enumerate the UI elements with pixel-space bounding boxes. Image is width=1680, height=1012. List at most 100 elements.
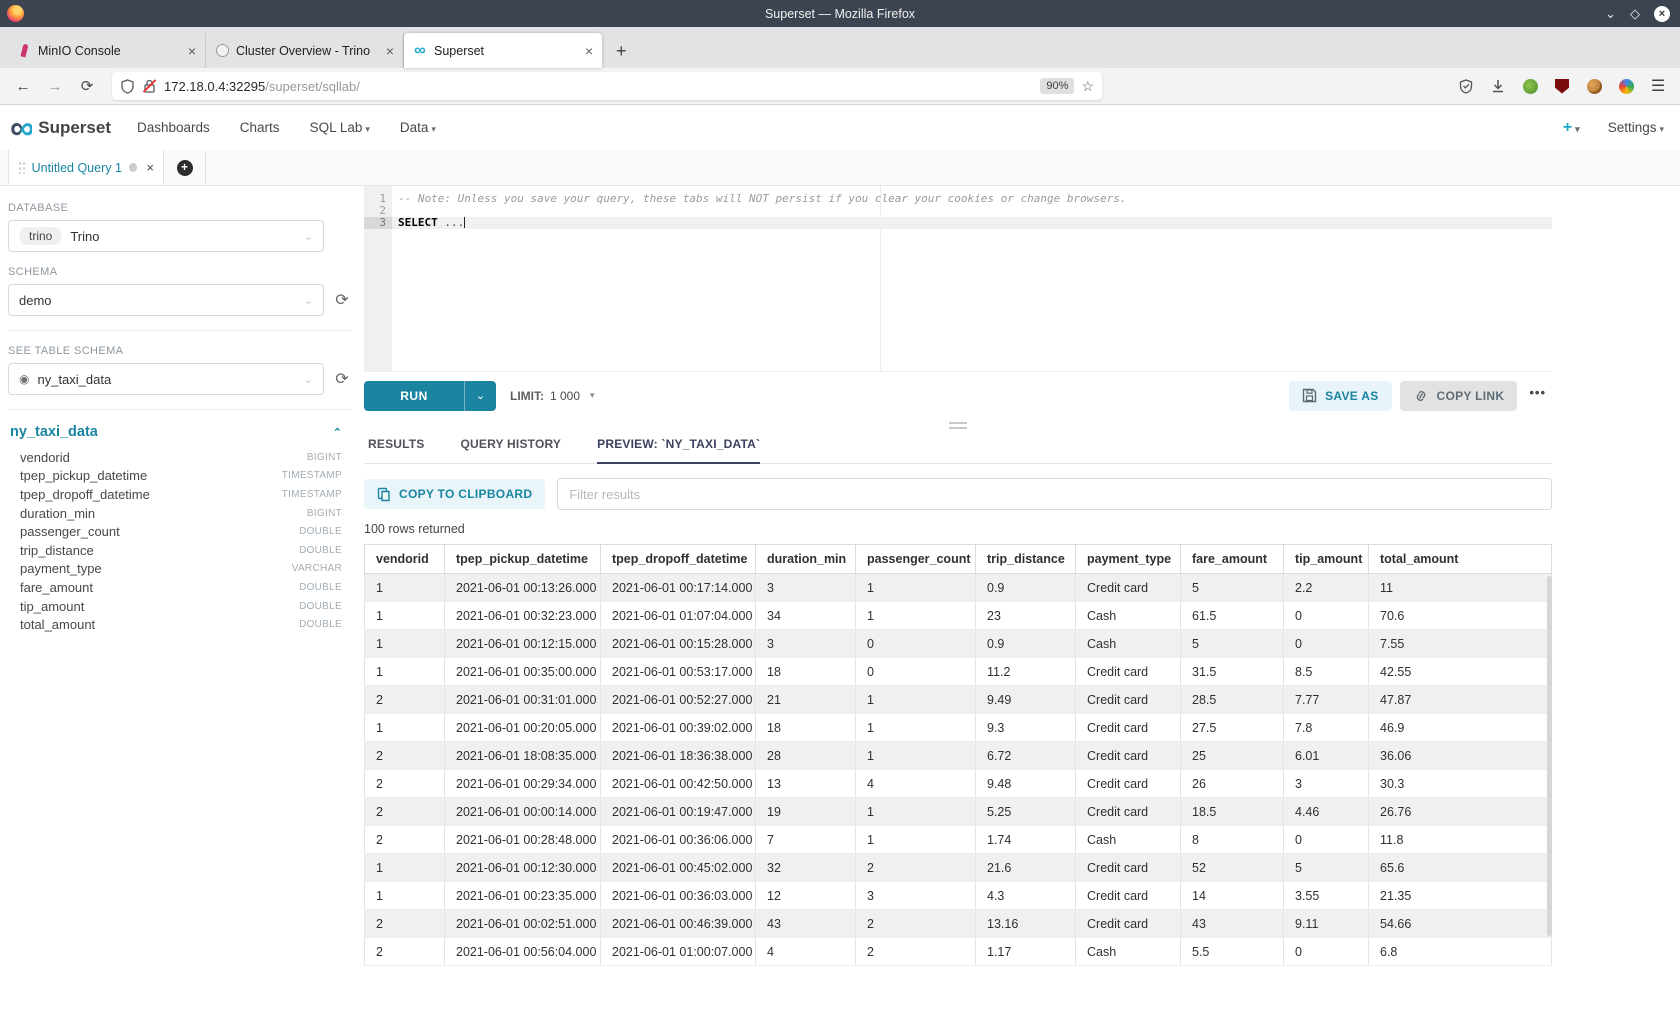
- insecure-lock-icon[interactable]: [142, 79, 157, 94]
- refresh-tables-icon[interactable]: ⟳: [332, 369, 352, 389]
- sql-editor[interactable]: 1 -- Note: Unless you save your query, t…: [364, 186, 1552, 371]
- grid-cell: 70.6: [1369, 602, 1552, 630]
- close-tab-icon[interactable]: ×: [386, 43, 394, 59]
- superset-navbar: ∞ Superset Dashboards Charts SQL Lab▾ Da…: [0, 105, 1680, 150]
- copy-to-clipboard-button[interactable]: COPY TO CLIPBOARD: [364, 479, 545, 509]
- grid-cell: 1: [365, 658, 445, 686]
- filter-results-input[interactable]: [557, 478, 1552, 510]
- more-actions-button[interactable]: •••: [1525, 385, 1552, 406]
- nav-item-dashboards[interactable]: Dashboards: [137, 120, 210, 135]
- browser-tab-minio[interactable]: MinIO Console ×: [8, 33, 206, 68]
- browser-tab-superset[interactable]: ∞ Superset ×: [404, 33, 602, 68]
- grid-cell: 2021-06-01 00:35:00.000: [445, 658, 601, 686]
- grid-data-row: 22021-06-01 00:00:14.0002021-06-01 00:19…: [365, 798, 1552, 826]
- schema-select[interactable]: demo ⌄: [8, 284, 324, 316]
- close-query-tab-icon[interactable]: ×: [146, 160, 154, 175]
- grid-data-row: 22021-06-01 00:02:51.0002021-06-01 00:46…: [365, 910, 1552, 938]
- nav-item-sql-lab[interactable]: SQL Lab▾: [310, 120, 370, 135]
- run-options-button[interactable]: ⌄: [464, 381, 496, 411]
- add-query-tab-button[interactable]: +: [164, 150, 206, 185]
- grid-cell: 2021-06-01 00:00:14.000: [445, 798, 601, 826]
- grid-column-header[interactable]: payment_type: [1076, 545, 1181, 574]
- grid-column-header[interactable]: tpep_pickup_datetime: [445, 545, 601, 574]
- tab-results[interactable]: RESULTS: [368, 437, 425, 463]
- column-type: DOUBLE: [299, 582, 342, 593]
- run-button[interactable]: RUN: [364, 381, 464, 411]
- query-tab-untitled-1[interactable]: Untitled Query 1 ×: [8, 150, 164, 185]
- grid-cell: 2021-06-01 00:23:35.000: [445, 882, 601, 910]
- save-as-button[interactable]: SAVE AS: [1289, 381, 1391, 411]
- back-icon[interactable]: ←: [10, 78, 36, 95]
- bookmark-star-icon[interactable]: ☆: [1081, 78, 1094, 95]
- limit-dropdown[interactable]: LIMIT: 1 000 ▾: [510, 389, 595, 403]
- container-extension-icon[interactable]: [1618, 78, 1634, 94]
- grid-cell: 2021-06-01 00:15:28.000: [601, 630, 756, 658]
- new-tab-button[interactable]: +: [602, 41, 641, 68]
- grid-column-header[interactable]: trip_distance: [976, 545, 1076, 574]
- grid-cell: 11.2: [976, 658, 1076, 686]
- grid-cell: 2: [365, 938, 445, 966]
- grid-cell: 6.8: [1369, 938, 1552, 966]
- chevron-up-icon[interactable]: ⌃: [333, 426, 342, 439]
- table-schema-header[interactable]: ny_taxi_data ⌃: [10, 424, 352, 440]
- nav-item-charts[interactable]: Charts: [240, 120, 280, 135]
- grid-cell: 54.66: [1369, 910, 1552, 938]
- grid-cell: 43: [756, 910, 856, 938]
- grid-column-header[interactable]: tip_amount: [1284, 545, 1369, 574]
- grid-cell: 31.5: [1181, 658, 1284, 686]
- grid-column-header[interactable]: fare_amount: [1181, 545, 1284, 574]
- close-window-icon[interactable]: ×: [1654, 6, 1670, 22]
- cookie-extension-icon[interactable]: [1586, 78, 1602, 94]
- settings-menu[interactable]: Settings▾: [1608, 120, 1664, 135]
- titlebar: Superset — Mozilla Firefox ⌄ ◇ ×: [0, 0, 1680, 27]
- url-bar[interactable]: 172.18.0.4:32295/superset/sqllab/ 90% ☆: [112, 72, 1102, 100]
- grid-column-header[interactable]: duration_min: [756, 545, 856, 574]
- grid-column-header[interactable]: total_amount: [1369, 545, 1552, 574]
- grid-column-header[interactable]: vendorid: [365, 545, 445, 574]
- extension-green-icon[interactable]: [1522, 78, 1538, 94]
- database-select[interactable]: trino Trino ⌄: [8, 220, 324, 252]
- grid-column-header[interactable]: passenger_count: [856, 545, 976, 574]
- superset-logo-icon[interactable]: ∞: [10, 115, 32, 141]
- copy-link-button[interactable]: COPY LINK: [1400, 381, 1518, 411]
- grid-data-row: 22021-06-01 00:56:04.0002021-06-01 01:00…: [365, 938, 1552, 966]
- add-new-button[interactable]: +▾: [1563, 119, 1580, 137]
- close-tab-icon[interactable]: ×: [585, 43, 593, 59]
- window-controls: ⌄ ◇ ×: [1605, 6, 1680, 22]
- close-tab-icon[interactable]: ×: [188, 43, 196, 59]
- grid-cell: 19: [756, 798, 856, 826]
- tab-query-history[interactable]: QUERY HISTORY: [461, 437, 562, 463]
- grid-cell: 2021-06-01 00:02:51.000: [445, 910, 601, 938]
- refresh-schema-icon[interactable]: ⟳: [332, 290, 352, 310]
- account-shield-icon[interactable]: [1458, 78, 1474, 94]
- grid-cell: 61.5: [1181, 602, 1284, 630]
- caret-down-icon: ▾: [365, 124, 370, 134]
- grid-column-header[interactable]: tpep_dropoff_datetime: [601, 545, 756, 574]
- chevron-down-icon: ⌄: [304, 294, 313, 307]
- tracking-shield-icon[interactable]: [120, 79, 135, 94]
- nav-item-data[interactable]: Data▾: [400, 120, 436, 135]
- column-name: tpep_dropoff_datetime: [20, 487, 150, 502]
- grid-scrollbar[interactable]: [1547, 576, 1552, 936]
- url-text[interactable]: 172.18.0.4:32295/superset/sqllab/: [164, 79, 1033, 94]
- browser-tab-trino[interactable]: Cluster Overview - Trino ×: [206, 33, 404, 68]
- grid-cell: 1: [856, 826, 976, 854]
- grid-cell: 1: [856, 686, 976, 714]
- minimize-icon[interactable]: ⌄: [1605, 7, 1616, 20]
- downloads-icon[interactable]: [1490, 78, 1506, 94]
- drag-handle-icon[interactable]: [18, 161, 25, 174]
- brand-name[interactable]: Superset: [38, 118, 111, 138]
- zoom-level-badge[interactable]: 90%: [1040, 78, 1074, 94]
- reload-icon[interactable]: ⟳: [74, 77, 100, 95]
- grid-cell: 21.35: [1369, 882, 1552, 910]
- forward-icon[interactable]: →: [42, 78, 68, 95]
- pane-splitter[interactable]: [364, 419, 1552, 431]
- table-select[interactable]: ◉ ny_taxi_data ⌄: [8, 363, 324, 395]
- table-column-row: tpep_dropoff_datetime TIMESTAMP: [8, 485, 352, 504]
- ublock-icon[interactable]: [1554, 78, 1570, 94]
- editor-toolbar: RUN ⌄ LIMIT: 1 000 ▾ SAVE AS: [364, 371, 1552, 419]
- grid-cell: 18: [756, 658, 856, 686]
- maximize-icon[interactable]: ◇: [1630, 7, 1640, 20]
- menu-icon[interactable]: ☰: [1650, 78, 1666, 94]
- tab-preview[interactable]: PREVIEW: `NY_TAXI_DATA`: [597, 437, 760, 464]
